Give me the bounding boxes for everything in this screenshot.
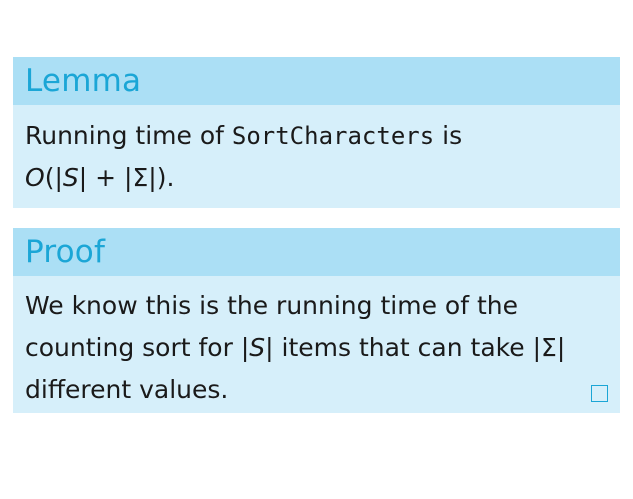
lemma-statement-line1: Running time of SortCharacters is [25,115,608,157]
proof-bar: | [532,333,542,362]
proof-line2-mid: items that can take [273,333,533,362]
proof-s: S [249,333,266,362]
formula-close: ). [156,163,175,192]
proof-line3: different values. [25,375,229,404]
proof-title: Proof [13,228,620,276]
formula-open: ( [44,163,55,192]
proof-sigma: Σ [541,333,557,362]
formula-bar: | [54,163,63,192]
proof-body: We know this is the running time of the … [13,276,620,413]
proof-bar: | [265,333,274,362]
formula-func: O [25,163,45,192]
formula-bar: | [78,163,88,192]
proof-block: Proof We know this is the running time o… [13,228,620,413]
qed-square-icon [591,385,608,402]
lemma-formula: O(|S| + |Σ|). [25,157,608,199]
lemma-text-after: is [434,121,463,150]
lemma-title: Lemma [13,57,620,105]
function-name: SortCharacters [231,122,435,150]
proof-line2-before: counting sort for [25,333,241,362]
proof-bar: | [240,333,250,362]
formula-sigma: Σ [132,163,149,192]
formula-s: S [62,163,79,192]
lemma-block: Lemma Running time of SortCharacters is … [13,57,620,208]
proof-line1: We know this is the running time of the [25,291,518,320]
lemma-text-before: Running time of [25,121,232,150]
formula-plus: + [87,163,125,192]
proof-line2: counting sort for |S| items that can tak… [25,327,608,369]
formula-bar: | [148,163,157,192]
proof-bar: | [556,333,566,362]
lemma-body: Running time of SortCharacters is O(|S| … [13,105,620,208]
